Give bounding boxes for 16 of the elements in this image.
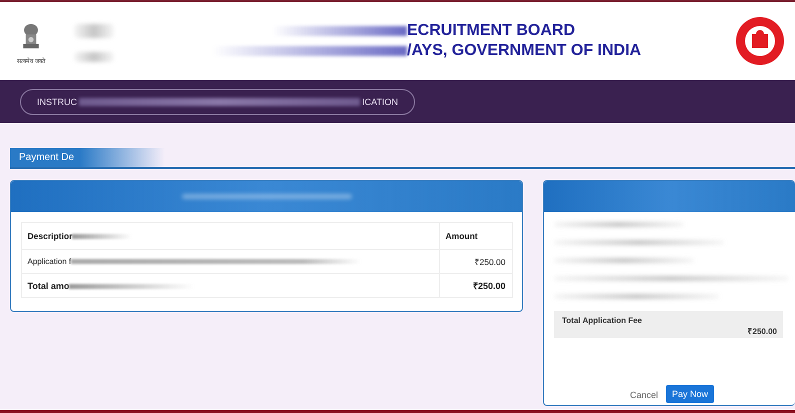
table-cell: Total amo — [21, 274, 439, 298]
railway-logo-icon — [735, 16, 785, 66]
pay-button[interactable]: Pay Now — [666, 385, 714, 403]
table-cell: ₹250.00 — [439, 250, 512, 274]
table-cell: ₹250.00 — [439, 274, 512, 298]
header-title: /AYS, GOVERNMENT OF INDIA — [407, 42, 642, 60]
table-cell: Application f — [21, 250, 439, 274]
blurred-text — [74, 24, 114, 38]
fee-amount: ₹250.00 — [748, 326, 777, 336]
fee-label: Total Application Fee — [562, 316, 644, 325]
instructions-pill[interactable]: INSTRUC ICATION — [20, 88, 415, 114]
table-header: Amount — [439, 222, 512, 250]
cancel-link[interactable]: Cancel — [628, 387, 660, 403]
section-tab[interactable]: Payment De — [10, 148, 80, 167]
header-title: ECRUITMENT BOARD — [407, 22, 576, 40]
table-header: Descriptior — [21, 222, 439, 250]
